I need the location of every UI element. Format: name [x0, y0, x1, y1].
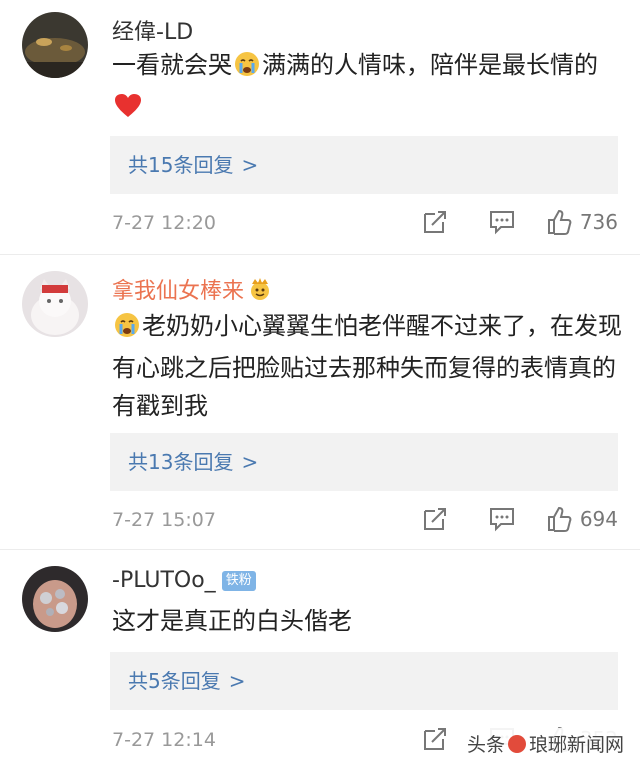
chevron-right-icon: > — [228, 669, 246, 693]
thumbs-up-icon — [547, 506, 572, 532]
share-button[interactable] — [422, 726, 448, 752]
comment-time: 7-27 12:20 — [112, 212, 216, 234]
share-icon — [423, 211, 446, 233]
red-heart-emoji-icon — [114, 92, 142, 130]
username[interactable]: 拿我仙女棒来 — [112, 273, 272, 307]
watermark-prefix: 头条 — [466, 734, 505, 756]
comment-time: 7-27 15:07 — [112, 509, 216, 531]
comment-item: 经偉-LD 一看就会哭 满满的人情味，陪伴是最长情的 共15条回复 > 7-27 1… — [0, 0, 640, 255]
like-button[interactable]: 694 — [546, 505, 618, 533]
username-text: -PLUTOo_ — [112, 568, 216, 593]
username-text: 拿我仙女棒来 — [112, 279, 245, 304]
cat-avatar-icon — [22, 271, 88, 337]
like-button[interactable]: 736 — [546, 208, 618, 236]
chevron-right-icon: > — [241, 450, 259, 474]
comment-time: 7-27 12:14 — [112, 729, 216, 751]
at-logo-icon — [507, 734, 526, 753]
comment-actions: 736 — [422, 208, 618, 236]
thumbs-up-icon — [547, 209, 572, 235]
comment-text-part: 满满的人情味，陪伴是最长情的 — [262, 51, 598, 79]
crying-emoji-icon — [234, 50, 260, 88]
reply-count-label: 共13条回复 — [128, 450, 234, 474]
comment-actions: 694 — [422, 505, 618, 533]
hand-coins-avatar-icon — [22, 566, 88, 632]
comment-item: 拿我仙女棒来 老奶奶小心翼翼生怕老伴醒不过来了，在发现有心跳之后把脸贴过去那种失… — [0, 255, 640, 550]
reply-count-label: 共15条回复 — [128, 153, 234, 177]
share-button[interactable] — [422, 506, 448, 532]
user-avatar[interactable] — [22, 12, 88, 78]
share-icon — [423, 508, 446, 530]
comment-icon — [489, 508, 514, 532]
comment-text-part: 一看就会哭 — [112, 51, 232, 79]
watermark-source: 琅琊新闻网 — [528, 734, 624, 756]
comment-text-part: 老奶奶小心翼翼生怕老伴醒不过来了，在发现有心跳之后把脸贴过去那种失而复得的表情真… — [112, 312, 622, 420]
view-replies-button[interactable]: 共13条回复 > — [110, 433, 618, 491]
reply-button[interactable] — [488, 506, 516, 532]
crown-face-emoji-icon — [248, 277, 272, 307]
crying-emoji-icon — [114, 311, 140, 349]
username[interactable]: -PLUTOo_ 铁粉 — [112, 568, 256, 593]
share-button[interactable] — [422, 209, 448, 235]
share-icon — [423, 728, 446, 750]
comment-text: 一看就会哭 满满的人情味，陪伴是最长情的 — [112, 46, 622, 130]
like-count: 736 — [579, 210, 618, 234]
username[interactable]: 经偉-LD — [112, 14, 193, 46]
reply-button[interactable] — [488, 209, 516, 235]
comment-icon — [489, 211, 514, 235]
user-avatar[interactable] — [22, 271, 88, 337]
view-replies-button[interactable]: 共5条回复 > — [110, 652, 618, 710]
view-replies-button[interactable]: 共15条回复 > — [110, 136, 618, 194]
user-avatar[interactable] — [22, 566, 88, 632]
comment-text: 这才是真正的白头偕老 — [112, 607, 352, 635]
reply-count-label: 共5条回复 — [128, 669, 221, 693]
comment-text: 老奶奶小心翼翼生怕老伴醒不过来了，在发现有心跳之后把脸贴过去那种失而复得的表情真… — [112, 307, 622, 425]
chevron-right-icon: > — [241, 153, 259, 177]
landscape-avatar-icon — [22, 12, 88, 78]
source-watermark: 头条 琅琊新闻网 — [460, 728, 630, 759]
fan-badge: 铁粉 — [221, 571, 256, 591]
like-count: 694 — [579, 507, 618, 531]
